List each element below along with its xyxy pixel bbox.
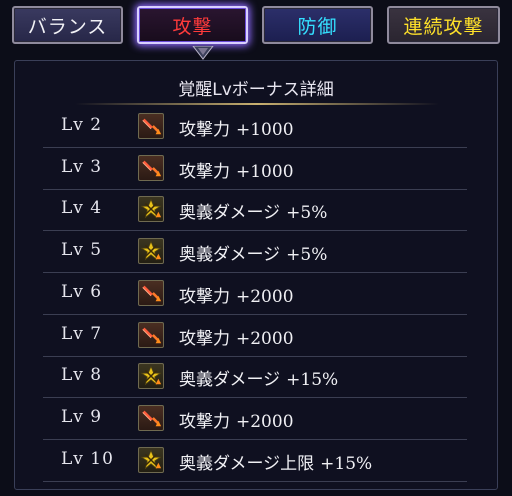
level-label: Lv 7 [61,323,103,344]
attack-up-icon [138,113,164,139]
bonus-row-4: Lv 5 奥義ダメージ +5% [43,232,467,274]
bonus-label: 攻撃力 [179,411,230,432]
level-label: Lv 5 [61,240,103,261]
bonus-text: 奥義ダメージ上限 +15% [179,449,372,474]
bonus-text: 攻撃力 +2000 [179,324,294,349]
bonus-label: 奥義ダメージ上限 [179,453,315,474]
bonus-label: 奥義ダメージ [179,245,281,266]
bonus-row-8: Lv 9 攻撃力 +2000 [43,399,467,440]
attack-up-icon [138,279,164,306]
bonus-label: 攻撃力 [179,328,230,349]
bonus-row-1: Lv 2 攻撃力 +1000 [43,107,467,148]
bonus-row-7: Lv 8 奥義ダメージ +15% [43,357,467,399]
bonus-value: +5% [286,245,328,266]
tab-balance[interactable]: バランス [12,6,123,44]
bonus-label: 奥義ダメージ [179,370,281,391]
attack-up-icon [138,154,164,181]
bonus-value: +5% [286,203,328,224]
bonus-text: 奥義ダメージ +5% [179,198,327,223]
bonus-text: 奥義ダメージ +5% [179,240,327,265]
attack-up-icon [138,321,164,348]
bonus-text: 奥義ダメージ +15% [179,365,338,390]
bonus-value: +2000 [236,411,294,432]
bonus-value: +15% [286,370,339,391]
bonus-value: +15% [320,453,373,474]
attack-up-icon [138,404,164,431]
bonus-value: +2000 [236,286,294,307]
level-label: Lv 6 [61,281,103,302]
ougi-damage-icon [138,446,164,473]
tab-attack[interactable]: 攻撃 [137,6,248,44]
bonus-row-3: Lv 4 奥義ダメージ +5% [43,190,467,232]
bonus-value: +1000 [236,120,294,140]
bonus-row-9: Lv 10 奥義ダメージ上限 +15% [43,441,467,482]
tab-combo[interactable]: 連続攻撃 [387,6,500,44]
level-label: Lv 4 [61,198,103,219]
ougi-damage-icon [138,238,164,265]
bonus-label: 攻撃力 [179,120,230,140]
bonus-text: 攻撃力 +1000 [179,115,294,140]
level-label: Lv 8 [61,365,103,386]
bonus-row-6: Lv 7 攻撃力 +2000 [43,316,467,357]
bonus-label: 攻撃力 [179,161,230,182]
bonus-text: 攻撃力 +2000 [179,282,294,307]
bonus-text: 攻撃力 +2000 [179,407,294,432]
bonus-row-2: Lv 3 攻撃力 +1000 [43,149,467,190]
awakening-bonus-panel: 覚醒Lvボーナス詳細 Lv 2 攻撃力 +1000 Lv 3 攻撃力 +1000 L… [14,60,498,490]
level-label: Lv 10 [61,448,114,469]
ougi-damage-icon [138,363,164,390]
bonus-label: 攻撃力 [179,286,230,307]
ougi-damage-icon [138,196,164,223]
tab-pointer-icon [192,46,214,60]
panel-title: 覚醒Lvボーナス詳細 [178,80,334,100]
tab-bar: バランス 攻撃 防御 連続攻撃 [0,0,512,56]
bonus-text: 攻撃力 +1000 [179,157,294,182]
bonus-row-5: Lv 6 攻撃力 +2000 [43,274,467,315]
tab-defense[interactable]: 防御 [262,6,373,44]
bonus-value: +1000 [236,161,294,182]
level-label: Lv 2 [61,115,103,135]
level-label: Lv 3 [61,156,103,177]
bonus-value: +2000 [236,328,294,349]
title-divider [75,103,439,105]
bonus-label: 奥義ダメージ [179,203,281,224]
level-label: Lv 9 [61,406,103,427]
